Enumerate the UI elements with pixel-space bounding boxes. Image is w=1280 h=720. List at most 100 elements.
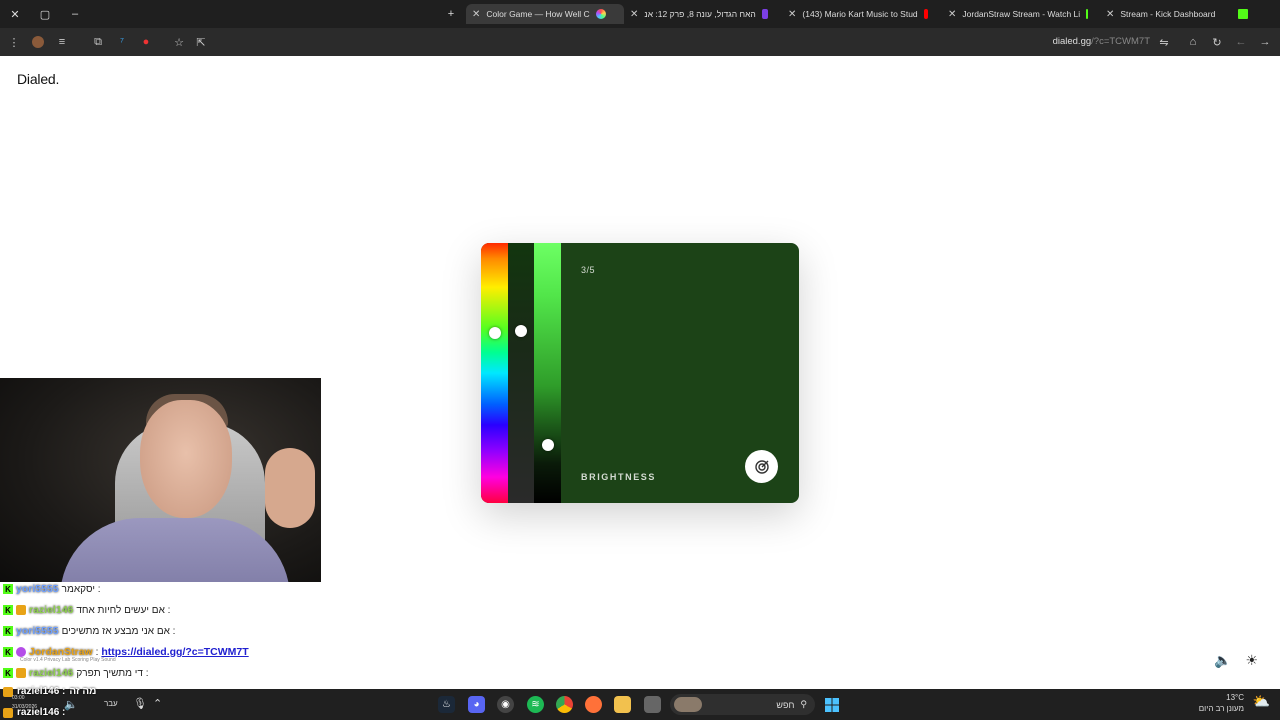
chat-text: אם יעשים לחיות אחד : (76, 604, 171, 616)
chat-username: yori5555 (16, 583, 59, 595)
webcam-overlay (0, 378, 321, 582)
speaker-icon[interactable]: 🔈 (64, 698, 78, 711)
discord-icon[interactable]: ◕ (468, 696, 485, 713)
browser-tab-bar: ✕ ▢ – + ✕ Color Game — How Well C ✕ האח … (0, 0, 1280, 28)
tab-kick-dashboard[interactable]: ✕ Stream - Kick Dashboard (1100, 4, 1260, 24)
restore-window-icon[interactable]: ▢ (30, 0, 60, 28)
broadcaster-badge-icon (16, 647, 26, 657)
tab-label: (143) Mario Kart Music to Stud (802, 9, 918, 19)
close-tab-icon[interactable]: ✕ (472, 9, 480, 20)
kick-badge-icon: K (3, 647, 13, 657)
brightness-slider-handle[interactable] (542, 438, 554, 451)
bookmark-star-icon[interactable]: ☆ (171, 34, 187, 50)
weather-widget[interactable]: 13°C מעונן רב היום ⛅ (1199, 692, 1270, 714)
kick-icon (1238, 9, 1248, 19)
brightness-slider[interactable] (534, 243, 561, 503)
close-tab-icon[interactable]: ✕ (788, 9, 796, 20)
address-bar[interactable]: dialed.gg/?c=TCWM7T (1053, 36, 1150, 47)
taskbar-search[interactable]: חפש ⚲ (670, 694, 815, 715)
site-settings-icon[interactable]: ⇋ (1156, 34, 1172, 50)
profile-avatar[interactable] (30, 34, 46, 50)
tab-mario-kart[interactable]: ✕ (143) Mario Kart Music to Stud (782, 4, 934, 24)
chat-text: יסקאמר : (61, 583, 101, 595)
color-game-card: 3/5 BRIGHTNESS (481, 243, 799, 503)
subscriber-badge-icon (3, 707, 13, 718)
chat-separator: : (95, 646, 99, 658)
language-indicator[interactable]: עבר (104, 699, 118, 708)
tab-color-game[interactable]: ✕ Color Game — How Well C (466, 4, 624, 24)
close-tab-icon[interactable]: ✕ (630, 9, 638, 20)
active-dimension-label: BRIGHTNESS (581, 472, 657, 482)
search-placeholder: חפש (776, 699, 795, 710)
chat-text: אם אני מבצע אז מתשיכים : (61, 625, 176, 637)
kick-badge-icon: K (3, 626, 13, 636)
search-icon: ⚲ (800, 699, 807, 709)
streamer-hand (265, 448, 315, 528)
chat-username: raziel146 (29, 667, 74, 679)
subscriber-badge-icon (16, 668, 26, 678)
translate-icon[interactable]: ⁷ (114, 34, 130, 50)
overlay-footer: Color v1.4 Privacy Lab Scoring Play Soun… (20, 657, 116, 663)
kick-badge-icon: K (3, 668, 13, 678)
hue-slider[interactable] (481, 243, 508, 503)
close-tab-icon[interactable]: ✕ (1106, 9, 1114, 20)
microphone-icon[interactable]: 🎙 (133, 697, 147, 710)
chat-message: K raziel146 אם יעשים לחיות אחד : (3, 603, 170, 617)
share-icon[interactable]: ⇱ (193, 34, 209, 50)
spotify-icon[interactable]: ≋ (527, 696, 544, 713)
chat-message: K raziel146 די מתשיך תפרק : (3, 666, 149, 680)
close-window-icon[interactable]: ✕ (0, 0, 30, 28)
chat-text: די מתשיך תפרק : (76, 667, 149, 679)
color-wheel-icon (595, 9, 606, 19)
firefox-icon[interactable] (585, 696, 602, 713)
menu-icon[interactable]: ⋮ (6, 34, 22, 50)
chat-username: raziel146 (29, 604, 74, 616)
extensions-icon[interactable]: ⧉ (90, 34, 106, 50)
url-host: dialed.gg (1052, 36, 1092, 47)
tab-big-brother[interactable]: ✕ האח הגדול, עונה 8, פרק 12: אנ (624, 4, 774, 24)
round-counter: 3/5 (581, 265, 596, 275)
windows-start-icon[interactable] (823, 696, 840, 713)
home-icon[interactable]: ⌂ (1185, 34, 1201, 50)
channel-logo-icon (761, 9, 768, 19)
windows-taskbar: raziel146 : מה זה 03:00 31/03/2026 razie… (0, 686, 1280, 720)
url-path: /?c=TCWM7T (1091, 36, 1150, 47)
steam-icon[interactable]: ♨ (438, 696, 455, 713)
app-icon[interactable] (644, 696, 661, 713)
browser-toolbar: ⋮ ≡ ⧉ ⁷ ● ☆ ⇱ dialed.gg/?c=TCWM7T ⇋ ⌂ ↻ … (0, 28, 1280, 56)
kick-icon (1086, 9, 1088, 19)
record-icon[interactable]: ● (138, 34, 154, 50)
close-tab-icon[interactable]: ✕ (948, 9, 956, 20)
back-icon[interactable]: ← (1233, 34, 1249, 50)
new-tab-icon[interactable]: + (436, 0, 466, 28)
search-highlight-icon (674, 697, 702, 712)
chat-message: K yori5555 יסקאמר : (3, 582, 101, 596)
playlist-icon[interactable]: ≡ (54, 34, 70, 50)
tab-label: האח הגדול, עונה 8, פרק 12: אנ (644, 9, 756, 19)
chat-link[interactable]: https://dialed.gg/?c=TCWM7T (101, 646, 248, 658)
tab-label: JordanStraw Stream - Watch Li (962, 9, 1081, 19)
chat-username: raziel146 : (17, 707, 66, 718)
tab-label: Stream - Kick Dashboard (1120, 9, 1216, 19)
youtube-icon (923, 9, 928, 19)
tab-label: Color Game — How Well C (486, 9, 590, 19)
chevron-up-icon[interactable]: ⌃ (153, 697, 162, 710)
subscriber-badge-icon (16, 605, 26, 615)
chat-message: K yori5555 אם אני מבצע אז מתשיכים : (3, 624, 175, 638)
chrome-icon[interactable] (556, 696, 573, 713)
saturation-slider-handle[interactable] (515, 324, 527, 337)
kick-badge-icon: K (3, 584, 13, 594)
file-explorer-icon[interactable] (614, 696, 631, 713)
brightness-icon[interactable]: ☀ (1245, 652, 1258, 669)
reload-icon[interactable]: ↻ (1209, 34, 1225, 50)
tab-jordanstraw-stream[interactable]: ✕ JordanStraw Stream - Watch Li (942, 4, 1094, 24)
forward-icon[interactable]: → (1257, 34, 1273, 50)
saturation-slider[interactable] (508, 243, 534, 503)
chat-text: מה זה (69, 686, 97, 697)
minimize-icon[interactable]: – (60, 0, 90, 28)
site-logo[interactable]: Dialed. (17, 71, 59, 87)
volume-icon[interactable]: 🔈 (1214, 652, 1231, 669)
obs-icon[interactable]: ◉ (497, 696, 514, 713)
submit-button[interactable] (745, 450, 778, 483)
cloud-sun-icon: ⛅ (1252, 693, 1270, 709)
